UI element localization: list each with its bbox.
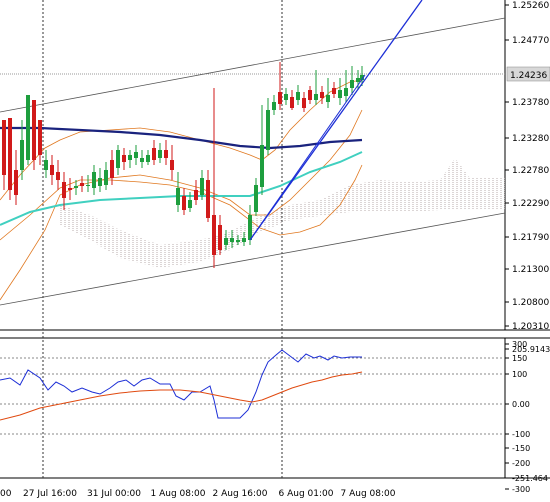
time-tick-label: 7 Aug 08:00 (341, 489, 396, 499)
indicator-tick-label: 150 (512, 354, 527, 363)
indicator-tick-label: 100 (512, 370, 527, 379)
indicator-axis-labels: 300205.91431501000.00-100-150-200-251.46… (505, 340, 550, 494)
candle-bull (26, 95, 30, 165)
indicator-levels (0, 357, 505, 435)
indicator-tick-label: -150 (512, 444, 530, 453)
indicator-tick-label: -251.464 (512, 474, 548, 483)
candle-bear (8, 118, 12, 200)
price-axis-labels: 1.25260 1.24770 1.23780 1.23280 1.22780 1.222… (505, 1, 549, 332)
price-tick-label: 1.25260 (512, 1, 549, 11)
time-axis-labels: 00 27 Jul 16:00 31 Jul 00:00 1 Aug 08:00 2 A… (0, 489, 396, 499)
indicator-tick-label: 0.00 (512, 400, 530, 409)
indicator-tick-label: 205.9143 (512, 345, 550, 354)
time-tick-label: 2 Aug 16:00 (213, 489, 268, 499)
indicator-tick-label: -200 (512, 459, 530, 468)
price-tick-label: 1.20800 (512, 298, 549, 308)
price-tick-label: 1.22290 (512, 199, 549, 209)
main-panel (0, 0, 505, 330)
candle-bear (32, 100, 36, 170)
price-chart[interactable]: 1.25260 1.24770 1.23780 1.23280 1.22780 1.222… (0, 0, 550, 502)
time-tick-label: 00 (0, 489, 12, 499)
indicator-tick-label: -100 (512, 430, 530, 439)
price-tick-label: 1.23280 (512, 134, 549, 144)
price-tick-label: 1.24770 (512, 36, 549, 46)
current-price-value: 1.24236 (510, 71, 547, 81)
price-tick-label: 1.23780 (512, 98, 549, 108)
indicator-tick-label: -300 (512, 485, 530, 494)
time-tick-label: 6 Aug 01:00 (279, 489, 334, 499)
time-tick-label: 27 Jul 16:00 (23, 489, 77, 499)
price-tick-label: 1.20310 (512, 322, 549, 332)
signal-line (0, 371, 363, 421)
indicator-lines (0, 349, 363, 421)
current-price-badge: 1.24236 (506, 66, 550, 82)
time-tick-label: 1 Aug 08:00 (151, 489, 206, 499)
price-tick-label: 1.21300 (512, 265, 549, 275)
cci-line (0, 349, 362, 419)
price-tick-label: 1.22780 (512, 166, 549, 176)
time-tick-label: 31 Jul 00:00 (87, 489, 141, 499)
price-tick-label: 1.21790 (512, 233, 549, 243)
